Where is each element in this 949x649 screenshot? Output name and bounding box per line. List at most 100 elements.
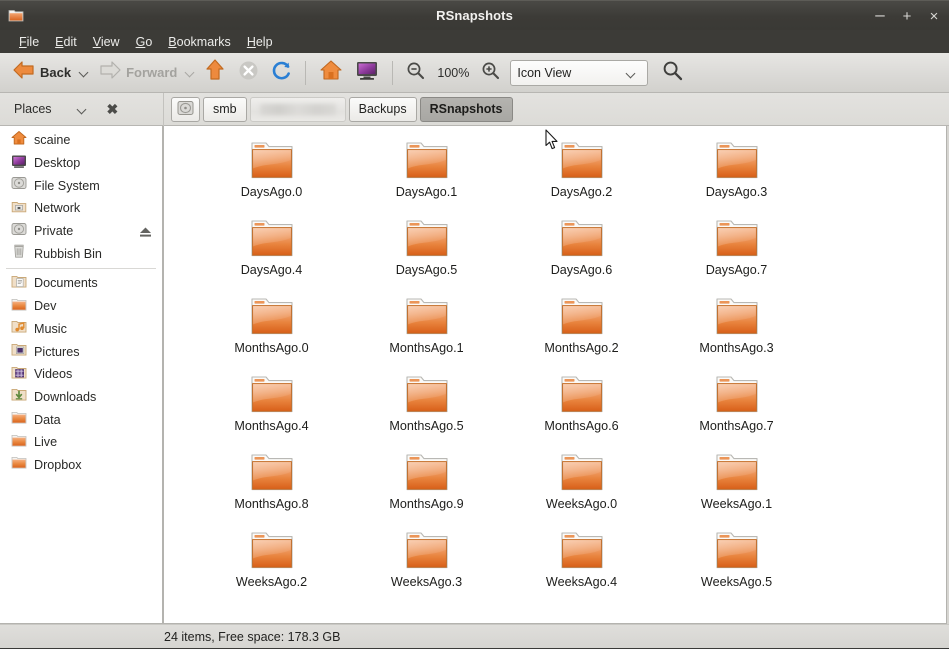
- eject-icon[interactable]: [139, 225, 152, 237]
- file-item[interactable]: WeeksAgo.1: [659, 450, 814, 528]
- file-item[interactable]: WeeksAgo.2: [194, 528, 349, 606]
- computer-button[interactable]: [349, 58, 385, 88]
- menu-bookmarks[interactable]: Bookmarks: [160, 33, 239, 51]
- file-item[interactable]: DaysAgo.5: [349, 216, 504, 294]
- file-item[interactable]: DaysAgo.7: [659, 216, 814, 294]
- zoom-out-button[interactable]: [400, 58, 431, 88]
- file-item[interactable]: MonthsAgo.9: [349, 450, 504, 528]
- reload-button[interactable]: [265, 58, 298, 88]
- forward-button[interactable]: Forward: [92, 58, 183, 88]
- arrow-up-icon: [204, 58, 226, 87]
- sidebar-item-live[interactable]: Live: [0, 431, 162, 454]
- sidebar-item-videos[interactable]: Videos: [0, 363, 162, 386]
- sidebar-item-data[interactable]: Data: [0, 408, 162, 431]
- file-item[interactable]: DaysAgo.0: [194, 138, 349, 216]
- sidebar-item-pictures[interactable]: Pictures: [0, 340, 162, 363]
- sidebar-item-music[interactable]: Music: [0, 318, 162, 341]
- file-item-label: WeeksAgo.1: [700, 497, 773, 511]
- chevron-down-icon: [627, 69, 636, 78]
- places-close-icon[interactable]: ✖: [107, 102, 119, 116]
- sidebar-item-file-system[interactable]: File System: [0, 174, 162, 197]
- file-item[interactable]: DaysAgo.1: [349, 138, 504, 216]
- sidebar-item-rubbish-bin[interactable]: Rubbish Bin: [0, 242, 162, 265]
- sidebar-item-desktop[interactable]: Desktop: [0, 152, 162, 175]
- folder-icon: [403, 372, 451, 416]
- places-chevron-down-icon[interactable]: [78, 105, 87, 114]
- file-item[interactable]: WeeksAgo.3: [349, 528, 504, 606]
- file-item[interactable]: MonthsAgo.1: [349, 294, 504, 372]
- file-item[interactable]: DaysAgo.4: [194, 216, 349, 294]
- search-button[interactable]: [656, 58, 689, 88]
- file-item[interactable]: WeeksAgo.0: [504, 450, 659, 528]
- file-item[interactable]: MonthsAgo.6: [504, 372, 659, 450]
- folder-icon: [558, 528, 606, 572]
- sidebar-item-dev[interactable]: Dev: [0, 295, 162, 318]
- places-label: Places: [14, 102, 52, 116]
- videos-folder-icon: [11, 364, 27, 385]
- folder-icon: [403, 528, 451, 572]
- file-item[interactable]: DaysAgo.2: [504, 138, 659, 216]
- sidebar-item-scaine[interactable]: scaine: [0, 129, 162, 152]
- file-item-label: DaysAgo.5: [395, 263, 458, 277]
- menu-edit[interactable]: Edit: [47, 33, 85, 51]
- menu-view[interactable]: View: [85, 33, 128, 51]
- view-mode-select[interactable]: Icon View: [510, 59, 649, 86]
- stop-button[interactable]: [232, 58, 265, 88]
- sidebar-item-label: Data: [34, 412, 61, 427]
- places-sidebar[interactable]: scaine Desktop File System Network Priva…: [0, 126, 163, 624]
- file-item[interactable]: MonthsAgo.7: [659, 372, 814, 450]
- file-item-label: MonthsAgo.1: [389, 341, 464, 355]
- file-item[interactable]: MonthsAgo.0: [194, 294, 349, 372]
- file-item-label: MonthsAgo.4: [234, 419, 309, 433]
- window-controls: – + ×: [873, 1, 941, 31]
- forward-history-chevron-icon[interactable]: [186, 68, 195, 77]
- zoom-in-button[interactable]: [475, 58, 506, 88]
- back-button[interactable]: Back: [6, 58, 77, 88]
- folder-icon: [11, 454, 27, 475]
- back-history-chevron-icon[interactable]: [80, 68, 89, 77]
- content-pane: DaysAgo.0 DaysAgo.1 DaysAgo.2 DaysAgo.3 …: [163, 126, 949, 624]
- folder-icon: [248, 216, 296, 260]
- sidebar-item-network[interactable]: Network: [0, 197, 162, 220]
- breadcrumb-rsnapshots[interactable]: RSnapshots: [419, 96, 513, 122]
- file-item[interactable]: WeeksAgo.5: [659, 528, 814, 606]
- home-button[interactable]: [313, 58, 349, 88]
- menu-go[interactable]: Go: [128, 33, 161, 51]
- menu-file[interactable]: File: [11, 33, 47, 51]
- folder-icon: [558, 450, 606, 494]
- file-item[interactable]: WeeksAgo.4: [504, 528, 659, 606]
- file-item-label: DaysAgo.7: [705, 263, 768, 277]
- sidebar-item-downloads[interactable]: Downloads: [0, 386, 162, 409]
- file-item[interactable]: MonthsAgo.5: [349, 372, 504, 450]
- icon-view[interactable]: DaysAgo.0 DaysAgo.1 DaysAgo.2 DaysAgo.3 …: [163, 126, 947, 624]
- sidebar-item-label: Private: [34, 224, 74, 239]
- file-item[interactable]: DaysAgo.3: [659, 138, 814, 216]
- menu-help[interactable]: Help: [239, 33, 281, 51]
- status-text: 24 items, Free space: 178.3 GB: [164, 629, 341, 644]
- file-item[interactable]: MonthsAgo.2: [504, 294, 659, 372]
- breadcrumb-backups[interactable]: Backups: [348, 96, 417, 122]
- up-button[interactable]: [198, 58, 232, 88]
- file-item[interactable]: DaysAgo.6: [504, 216, 659, 294]
- minimize-button[interactable]: –: [873, 6, 887, 23]
- status-bar-spacer: [9, 625, 164, 649]
- folder-icon: [558, 138, 606, 182]
- maximize-button[interactable]: +: [900, 9, 914, 24]
- sidebar-item-label: Documents: [34, 276, 98, 291]
- file-item[interactable]: MonthsAgo.4: [194, 372, 349, 450]
- sidebar-separator: [6, 268, 156, 270]
- sidebar-item-private[interactable]: Private: [0, 220, 162, 243]
- file-item[interactable]: MonthsAgo.3: [659, 294, 814, 372]
- sidebar-item-label: Desktop: [34, 156, 81, 171]
- close-button[interactable]: ×: [927, 9, 941, 24]
- breadcrumb-smb[interactable]: smb: [203, 96, 247, 122]
- sidebar-item-documents[interactable]: Documents: [0, 272, 162, 295]
- sidebar-item-dropbox[interactable]: Dropbox: [0, 454, 162, 477]
- folder-icon: [248, 450, 296, 494]
- breadcrumb-redacted[interactable]: [249, 96, 346, 122]
- desktop-icon: [11, 153, 27, 174]
- file-item[interactable]: MonthsAgo.8: [194, 450, 349, 528]
- file-item-label: WeeksAgo.2: [235, 575, 308, 589]
- breadcrumb-disk-root[interactable]: [171, 96, 200, 122]
- menu-bar: File Edit View Go Bookmarks Help: [0, 30, 949, 53]
